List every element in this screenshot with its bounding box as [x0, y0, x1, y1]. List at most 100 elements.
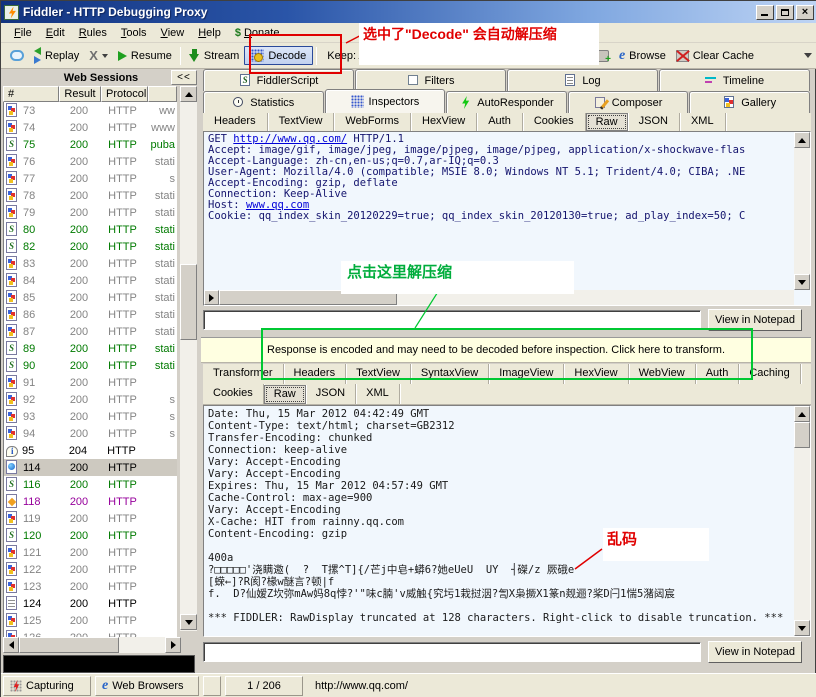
session-row[interactable]: 73 200 HTTP ww: [4, 102, 177, 119]
scroll-down-button[interactable]: [794, 274, 810, 290]
menu-tools[interactable]: Tools: [114, 25, 154, 41]
tab-filters[interactable]: Filters: [355, 69, 506, 91]
session-row[interactable]: 76 200 HTTP stati: [4, 153, 177, 170]
web-browsers-filter[interactable]: e Web Browsers: [95, 676, 199, 696]
response-tab-auth[interactable]: Auth: [696, 364, 740, 384]
session-row[interactable]: 122 200 HTTP: [4, 561, 177, 578]
request-tab-webforms[interactable]: WebForms: [334, 113, 411, 131]
menu-file[interactable]: File: [7, 25, 39, 41]
menu-edit[interactable]: Edit: [39, 25, 72, 41]
session-row[interactable]: 93 200 HTTP s: [4, 408, 177, 425]
request-tab-auth[interactable]: Auth: [477, 113, 523, 131]
session-row[interactable]: 120 200 HTTP: [4, 527, 177, 544]
maximize-button[interactable]: [776, 4, 794, 20]
response-tab-syntaxview[interactable]: SyntaxView: [411, 364, 490, 384]
column-header-Result[interactable]: Result: [59, 86, 101, 102]
sessions-vertical-scrollbar[interactable]: [180, 86, 197, 631]
response-tab-webview[interactable]: WebView: [629, 364, 696, 384]
session-row[interactable]: 119 200 HTTP: [4, 510, 177, 527]
quickexec-command-box[interactable]: [3, 655, 195, 673]
scroll-up-button[interactable]: [794, 406, 810, 422]
response-tab-raw[interactable]: Raw: [263, 385, 306, 404]
column-header-Protocol[interactable]: Protocol: [101, 86, 148, 102]
scrollbar-thumb[interactable]: [794, 422, 810, 448]
menu-donate[interactable]: $ Donate: [228, 25, 287, 41]
request-tab-cookies[interactable]: Cookies: [523, 113, 586, 131]
tab-gallery[interactable]: Gallery: [689, 91, 810, 113]
menu-help[interactable]: Help: [191, 25, 228, 41]
response-vertical-scrollbar[interactable]: [794, 406, 810, 636]
response-raw-view[interactable]: Date: Thu, 15 Mar 2012 04:42:49 GMT Conte…: [203, 405, 811, 637]
request-tab-headers[interactable]: Headers: [203, 113, 268, 131]
request-tab-raw[interactable]: Raw: [585, 113, 628, 131]
response-tab-imageview[interactable]: ImageView: [489, 364, 565, 384]
browse-button[interactable]: e Browse: [614, 47, 671, 65]
keep-dropdown[interactable]: Keep: A: [322, 48, 371, 64]
scroll-right-button[interactable]: [204, 290, 219, 305]
capturing-indicator[interactable]: Capturing: [3, 676, 91, 696]
session-row[interactable]: 74 200 HTTP www: [4, 119, 177, 136]
tab-inspectors[interactable]: Inspectors: [324, 89, 446, 113]
session-row[interactable]: 82 200 HTTP stati: [4, 238, 177, 255]
scrollbar-thumb[interactable]: [180, 264, 197, 340]
session-row[interactable]: 85 200 HTTP stati: [4, 289, 177, 306]
request-raw-view[interactable]: GET http://www.qq.com/ HTTP/1.1 Accept: i…: [203, 131, 811, 306]
session-row[interactable]: 124 200 HTTP: [4, 595, 177, 612]
request-tab-textview[interactable]: TextView: [268, 113, 335, 131]
session-row[interactable]: 118 200 HTTP: [4, 493, 177, 510]
request-view-in-notepad-button[interactable]: View in Notepad: [708, 309, 802, 331]
session-row[interactable]: 75 200 HTTP puba: [4, 136, 177, 153]
scroll-down-button[interactable]: [180, 614, 197, 630]
session-row[interactable]: 80 200 HTTP stati: [4, 221, 177, 238]
replay-button[interactable]: Replay: [29, 45, 84, 66]
tab-fiddlerscript[interactable]: FiddlerScript: [203, 69, 354, 91]
stream-button[interactable]: Stream: [184, 47, 244, 64]
response-view-in-notepad-button[interactable]: View in Notepad: [708, 641, 802, 663]
session-row[interactable]: 116 200 HTTP: [4, 476, 177, 493]
response-search-box[interactable]: [203, 642, 701, 662]
response-tab-json[interactable]: JSON: [306, 384, 357, 404]
clear-cache-button[interactable]: Clear Cache: [671, 48, 759, 64]
minimize-button[interactable]: [756, 4, 774, 20]
session-row[interactable]: 89 200 HTTP stati: [4, 340, 177, 357]
request-tab-json[interactable]: JSON: [628, 113, 680, 131]
session-row[interactable]: 79 200 HTTP stati: [4, 204, 177, 221]
session-row[interactable]: 86 200 HTTP stati: [4, 306, 177, 323]
request-search-box[interactable]: [203, 310, 701, 330]
session-row[interactable]: 87 200 HTTP stati: [4, 323, 177, 340]
response-tab-transformer[interactable]: Transformer: [203, 364, 284, 384]
scrollbar-thumb[interactable]: [219, 290, 397, 305]
transform-notice-bar[interactable]: Response is encoded and may need to be d…: [201, 337, 811, 363]
response-tab-xml[interactable]: XML: [356, 384, 400, 404]
session-row[interactable]: 84 200 HTTP stati: [4, 272, 177, 289]
sessions-horizontal-scrollbar[interactable]: [3, 637, 181, 653]
collapse-panel-button[interactable]: <<: [171, 70, 197, 85]
session-row[interactable]: 121 200 HTTP: [4, 544, 177, 561]
response-tab-headers[interactable]: Headers: [284, 364, 347, 384]
request-horizontal-scrollbar[interactable]: [204, 290, 794, 305]
column-header-host[interactable]: [148, 86, 177, 102]
remove-button[interactable]: X: [84, 47, 113, 64]
session-row[interactable]: 91 200 HTTP: [4, 374, 177, 391]
session-row[interactable]: 77 200 HTTP s: [4, 170, 177, 187]
tab-statistics[interactable]: Statistics: [203, 91, 324, 113]
column-header-#[interactable]: #: [3, 86, 59, 102]
scroll-up-button[interactable]: [794, 132, 810, 148]
session-row[interactable]: 78 200 HTTP stati: [4, 187, 177, 204]
tab-composer[interactable]: Composer: [567, 91, 689, 113]
request-tab-xml[interactable]: XML: [680, 113, 726, 131]
session-row[interactable]: 125 200 HTTP: [4, 612, 177, 629]
response-tab-cookies[interactable]: Cookies: [203, 384, 264, 404]
decode-button[interactable]: Decode: [244, 46, 314, 65]
menu-rules[interactable]: Rules: [72, 25, 114, 41]
request-tab-hexview[interactable]: HexView: [411, 113, 478, 131]
close-button[interactable]: ×: [796, 4, 814, 20]
session-row[interactable]: 83 200 HTTP stati: [4, 255, 177, 272]
session-row[interactable]: 123 200 HTTP: [4, 578, 177, 595]
session-row[interactable]: 90 200 HTTP stati: [4, 357, 177, 374]
scroll-left-button[interactable]: [3, 637, 19, 653]
tab-log[interactable]: Log: [507, 69, 658, 91]
toolbar-overflow-icon[interactable]: [804, 53, 812, 62]
request-vertical-scrollbar[interactable]: [794, 132, 810, 290]
scroll-right-button[interactable]: [165, 637, 181, 653]
